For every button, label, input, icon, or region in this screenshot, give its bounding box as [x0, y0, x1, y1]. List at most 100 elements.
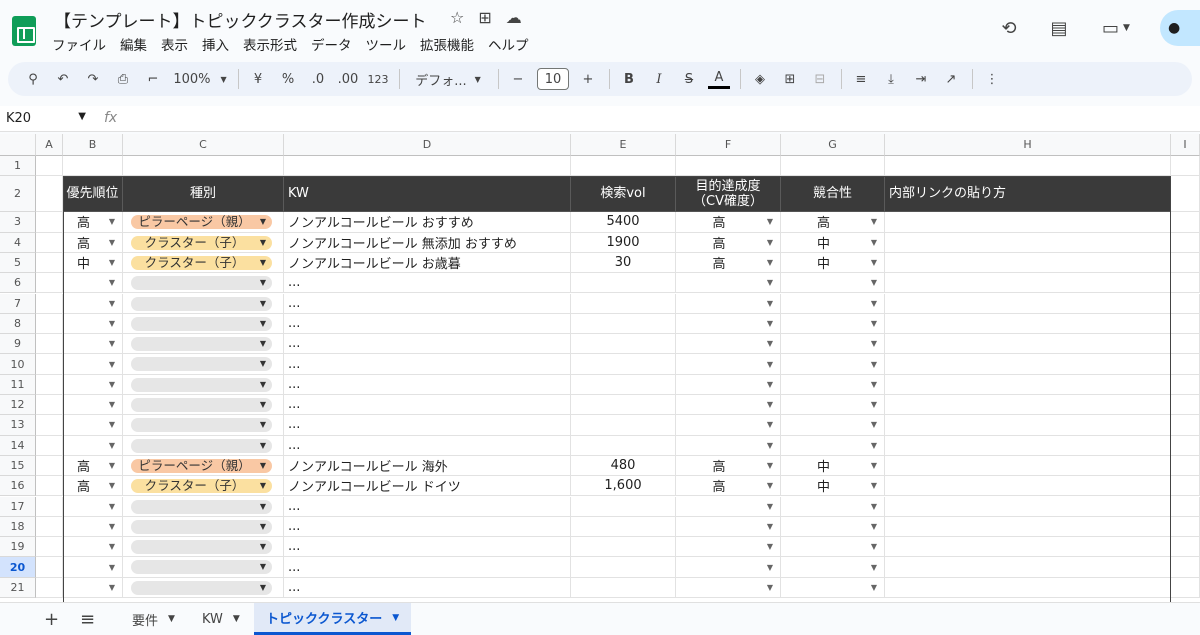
type-cell[interactable]: ▼ [123, 496, 284, 517]
dropdown-arrow-icon[interactable]: ▼ [871, 339, 877, 348]
dropdown-arrow-icon[interactable]: ▼ [871, 258, 877, 267]
priority-cell[interactable]: ▼ [63, 577, 123, 598]
search-volume-cell[interactable] [571, 435, 676, 456]
priority-cell[interactable]: ▼ [63, 496, 123, 517]
sheet-tab[interactable]: 要件 ▼ [120, 603, 187, 635]
internal-links-cell[interactable] [885, 455, 1171, 477]
row-header-9[interactable]: 9 [0, 334, 36, 355]
internal-links-cell[interactable] [885, 516, 1171, 538]
kw-cell[interactable]: ノンアルコールビール 海外 [284, 455, 571, 477]
type-cell[interactable]: クラスター（子） ▼ [123, 232, 284, 253]
cell[interactable] [63, 156, 123, 177]
column-header-a[interactable]: A [36, 134, 63, 156]
priority-cell[interactable]: ▼ [63, 313, 123, 335]
dropdown-arrow-icon[interactable]: ▼ [871, 583, 877, 592]
row-header-4[interactable]: 4 [0, 232, 36, 253]
search-volume-cell[interactable] [571, 516, 676, 538]
cell[interactable] [1171, 435, 1200, 456]
cell[interactable] [36, 156, 63, 177]
internal-links-cell[interactable] [885, 252, 1171, 274]
zoom-select[interactable]: 100% ▼ [172, 67, 228, 91]
paint-format-icon[interactable]: ⌐ [142, 67, 164, 91]
cell[interactable] [36, 293, 63, 314]
sheets-logo-icon[interactable] [12, 16, 36, 46]
cell[interactable] [36, 557, 63, 578]
document-title[interactable]: 【テンプレート】トピッククラスター作成シート [54, 7, 426, 32]
cell[interactable] [1171, 516, 1200, 538]
goal-cell[interactable]: ▼ [676, 435, 781, 456]
competition-cell[interactable]: ▼ [781, 577, 885, 598]
column-header-b[interactable]: B [63, 134, 123, 156]
row-header-12[interactable]: 12 [0, 395, 36, 416]
dropdown-arrow-icon[interactable]: ▼ [871, 400, 877, 409]
decrease-font-size-icon[interactable]: − [507, 67, 529, 91]
type-cell[interactable]: ▼ [123, 516, 284, 538]
search-volume-cell[interactable] [571, 374, 676, 395]
type-chip[interactable]: ▼ [131, 540, 272, 555]
competition-cell[interactable]: ▼ [781, 293, 885, 314]
spreadsheet-grid[interactable]: A B C D E F G H I 1 2 3 4 5 6 7 8 9 10 11 12 13 14 15 16 17 18 19 20… [0, 134, 1200, 602]
cell[interactable] [1171, 476, 1200, 497]
cell[interactable] [1171, 156, 1200, 177]
header-competition[interactable]: 競合性 [781, 176, 885, 213]
column-header-d[interactable]: D [284, 134, 571, 156]
search-volume-cell[interactable] [571, 273, 676, 294]
row-header-13[interactable]: 13 [0, 415, 36, 436]
header-type[interactable]: 種別 [123, 176, 284, 213]
internal-links-cell[interactable] [885, 293, 1171, 314]
type-chip[interactable]: クラスター（子） ▼ [131, 235, 272, 250]
undo-icon[interactable]: ↶ [52, 67, 74, 91]
dropdown-arrow-icon[interactable]: ▼ [871, 563, 877, 572]
dropdown-arrow-icon[interactable]: ▼ [767, 360, 773, 369]
cell[interactable] [1171, 273, 1200, 294]
type-cell[interactable]: ▼ [123, 395, 284, 416]
dropdown-arrow-icon[interactable]: ▼ [109, 299, 115, 308]
row-header-18[interactable]: 18 [0, 516, 36, 538]
internal-links-cell[interactable] [885, 334, 1171, 355]
search-volume-cell[interactable] [571, 334, 676, 355]
search-volume-cell[interactable] [571, 415, 676, 436]
cell[interactable] [36, 537, 63, 558]
dropdown-arrow-icon[interactable]: ▼ [109, 420, 115, 429]
competition-cell[interactable]: ▼ [781, 516, 885, 538]
print-icon[interactable]: ⎙ [112, 67, 134, 91]
dropdown-arrow-icon[interactable]: ▼ [109, 542, 115, 551]
kw-cell[interactable]: ... [284, 577, 571, 598]
kw-cell[interactable]: ... [284, 273, 571, 294]
goal-cell[interactable]: 高 ▼ [676, 455, 781, 477]
percent-format-button[interactable]: % [277, 67, 299, 91]
dropdown-arrow-icon[interactable]: ▼ [767, 420, 773, 429]
type-chip[interactable]: ▼ [131, 296, 272, 311]
menu-item[interactable]: 表示 [161, 34, 188, 54]
goal-cell[interactable]: ▼ [676, 537, 781, 558]
cell[interactable] [284, 156, 571, 177]
priority-cell[interactable]: ▼ [63, 334, 123, 355]
priority-cell[interactable]: ▼ [63, 516, 123, 538]
horizontal-align-icon[interactable]: ≡ [850, 67, 872, 91]
dropdown-arrow-icon[interactable]: ▼ [767, 339, 773, 348]
menu-item[interactable]: 表示形式 [243, 34, 297, 54]
search-volume-cell[interactable]: 1900 [571, 232, 676, 253]
type-cell[interactable]: ▼ [123, 334, 284, 355]
kw-cell[interactable]: ノンアルコールビール おすすめ [284, 212, 571, 233]
priority-cell[interactable]: ▼ [63, 537, 123, 558]
type-cell[interactable]: ▼ [123, 293, 284, 314]
type-cell[interactable]: クラスター（子） ▼ [123, 476, 284, 497]
goal-cell[interactable]: 高 ▼ [676, 232, 781, 253]
increase-font-size-icon[interactable]: + [577, 67, 599, 91]
cell[interactable] [1171, 415, 1200, 436]
vertical-align-icon[interactable]: ⤓ [880, 67, 902, 91]
search-volume-cell[interactable]: 1,600 [571, 476, 676, 497]
type-chip[interactable]: ▼ [131, 499, 272, 514]
row-header-16[interactable]: 16 [0, 476, 36, 497]
type-chip[interactable]: ▼ [131, 519, 272, 534]
priority-cell[interactable]: ▼ [63, 395, 123, 416]
goal-cell[interactable]: ▼ [676, 313, 781, 335]
competition-cell[interactable]: ▼ [781, 374, 885, 395]
text-color-button[interactable]: A [708, 69, 730, 89]
dropdown-arrow-icon[interactable]: ▼ [871, 238, 877, 247]
type-cell[interactable]: ▼ [123, 313, 284, 335]
cell[interactable] [1171, 577, 1200, 598]
cell[interactable] [1171, 455, 1200, 477]
header-kw[interactable]: KW [284, 176, 571, 213]
